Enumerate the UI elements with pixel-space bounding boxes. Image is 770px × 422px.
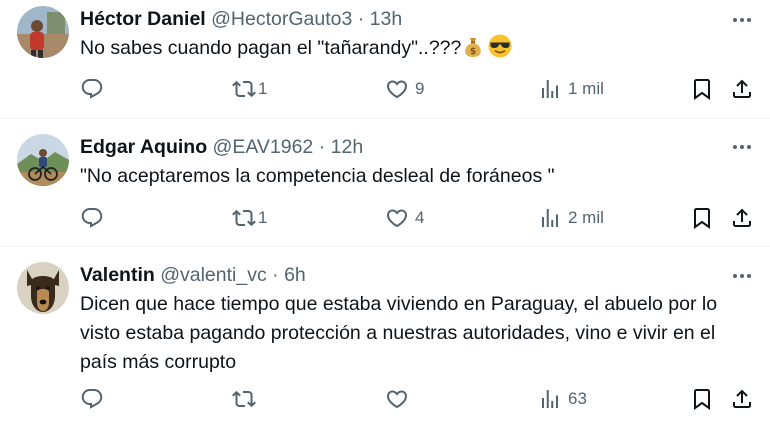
separator-dot: · [357,8,365,30]
tweet[interactable]: Valentin @valenti_vc · 6h Dicen que hace… [0,247,770,422]
tweet[interactable]: Héctor Daniel @HectorGauto3 · 13h No sab… [0,0,770,118]
retweet-button[interactable]: 1 [232,74,267,104]
action-bar: 63 [0,384,770,414]
bookmark-icon [694,79,710,100]
view-count: 63 [568,389,587,408]
more-icon[interactable] [730,8,754,32]
author-handle[interactable]: @HectorGauto3 [211,8,352,30]
reply-icon [81,389,103,409]
money-bag-icon: $ [461,35,485,68]
share-icon [733,208,751,227]
retweet-icon [232,390,256,408]
reply-button[interactable] [80,74,104,104]
views-button[interactable]: 63 [538,384,587,414]
like-button[interactable] [385,384,415,414]
views-button[interactable]: 2 mil [538,203,604,233]
bookmark-button[interactable] [690,74,714,104]
timestamp[interactable]: 13h [370,8,403,30]
bookmark-icon [694,389,710,410]
author-handle[interactable]: @EAV1962 [213,136,314,158]
tweet-text: "No aceptaremos la competencia desleal d… [80,165,555,187]
action-bar: 1 4 2 mil [0,203,770,233]
like-button[interactable]: 9 [385,74,424,104]
share-icon [733,79,751,98]
svg-text:$: $ [470,47,476,57]
tweet-text-container: No sabes cuando pagan el "tañarandy"..??… [80,33,750,68]
heart-icon [386,209,408,228]
separator-dot: · [318,136,326,158]
bookmark-button[interactable] [690,203,714,233]
author-handle[interactable]: @valenti_vc [160,264,267,286]
timestamp[interactable]: 6h [284,264,306,286]
tweet[interactable]: Edgar Aquino @EAV1962 · 12h "No aceptare… [0,119,770,246]
like-count: 4 [415,208,425,227]
avatar[interactable] [17,262,69,314]
avatar[interactable] [17,134,69,186]
heart-icon [386,390,408,409]
reply-button[interactable] [80,203,104,233]
author-name[interactable]: Edgar Aquino [80,136,207,158]
share-icon [733,389,751,408]
timestamp[interactable]: 12h [331,136,364,158]
more-icon[interactable] [730,135,754,159]
sunglasses-face-icon [487,33,513,68]
reply-button[interactable] [80,384,104,414]
share-button[interactable] [730,74,754,104]
analytics-icon [542,209,558,227]
tweet-text: No sabes cuando pagan el "tañarandy"..??… [80,37,462,59]
views-button[interactable]: 1 mil [538,74,604,104]
retweet-icon [232,80,256,98]
heart-icon [386,80,408,99]
share-button[interactable] [730,384,754,414]
retweet-count: 1 [258,79,268,98]
retweet-button[interactable]: 1 [232,203,267,233]
view-count: 1 mil [568,79,604,98]
analytics-icon [542,80,558,98]
like-count: 9 [415,79,425,98]
author-name[interactable]: Héctor Daniel [80,8,206,30]
share-button[interactable] [730,203,754,233]
author-name[interactable]: Valentin [80,264,155,286]
analytics-icon [542,390,558,408]
tweet-text: Dicen que hace tiempo que estaba viviend… [80,293,718,373]
more-icon[interactable] [730,264,754,288]
bookmark-button[interactable] [690,384,714,414]
retweet-count: 1 [258,208,268,227]
view-count: 2 mil [568,208,604,227]
retweet-button[interactable] [232,384,262,414]
avatar[interactable] [17,6,69,58]
retweet-icon [232,209,256,227]
reply-icon [81,79,103,99]
bookmark-icon [694,208,710,229]
separator-dot: · [272,264,279,286]
like-button[interactable]: 4 [385,203,424,233]
action-bar: 1 9 1 mil [0,74,770,104]
reply-icon [81,208,103,228]
